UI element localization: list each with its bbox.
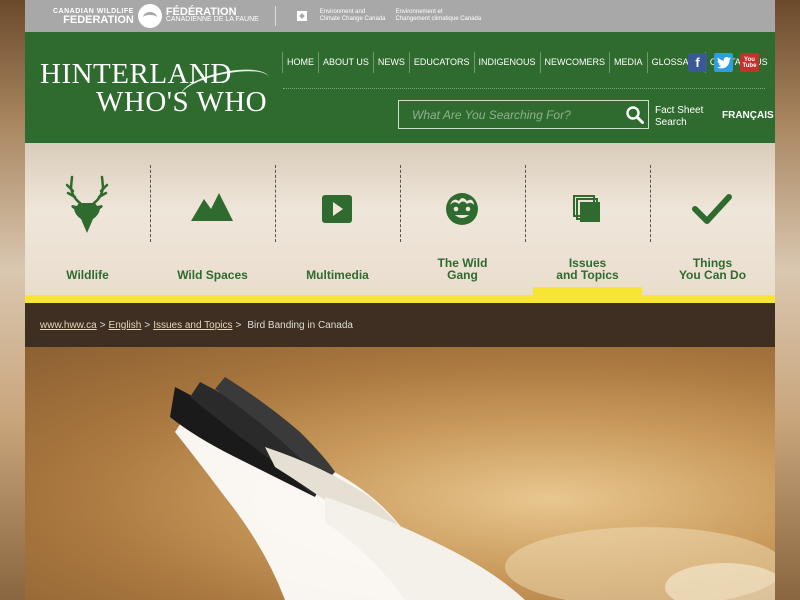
breadcrumb-separator: >	[144, 319, 151, 331]
search-input[interactable]	[399, 101, 624, 128]
category-multimedia[interactable]: Multimedia	[275, 143, 400, 295]
play-icon	[322, 195, 352, 223]
fact-sheet-search-link[interactable]: Fact Sheet Search	[655, 105, 703, 129]
eccc-french: Environnement et Changement climatique C…	[396, 9, 482, 23]
nav-indigenous[interactable]: INDIGENOUS	[473, 52, 540, 73]
nav-about-us[interactable]: ABOUT US	[318, 52, 373, 73]
partner-bar: CANADIAN WILDLIFE FEDERATION FÉDÉRATION …	[25, 0, 775, 32]
cwf-fr-big: FÉDÉRATION	[165, 6, 237, 18]
category-the-wild-gang[interactable]: The Wild Gang	[400, 143, 525, 295]
category-label: Multimedia	[306, 268, 369, 282]
eccc-fr-line1: Environnement et	[395, 9, 443, 15]
eccc-logo[interactable]: Environment and Climate Change Canada En…	[291, 9, 491, 23]
nav-news[interactable]: NEWS	[372, 52, 409, 73]
breadcrumb-separator: >	[235, 319, 242, 331]
stacked-pages-icon	[573, 195, 600, 222]
cwf-logo[interactable]: CANADIAN WILDLIFE FEDERATION FÉDÉRATION …	[53, 4, 259, 28]
kid-face-icon	[446, 193, 478, 225]
breadcrumb-separator: >	[99, 319, 106, 331]
breadcrumb-home[interactable]: www.hww.ca	[40, 320, 97, 331]
category-label-line2: You Can Do	[678, 268, 747, 282]
social-links: f You Tube	[688, 53, 759, 72]
active-category-indicator	[533, 287, 642, 295]
page: CANADIAN WILDLIFE FEDERATION FÉDÉRATION …	[25, 0, 775, 600]
deer-icon	[65, 175, 109, 233]
checkmark-icon	[692, 194, 732, 224]
partner-divider	[274, 6, 276, 26]
site-logo[interactable]: HINTERLAND WHO'S WHO	[40, 60, 273, 117]
facebook-icon[interactable]: f	[688, 53, 707, 72]
breadcrumb-issues-and-topics[interactable]: Issues and Topics	[153, 320, 232, 331]
breadcrumb-current: Bird Banding in Canada	[247, 319, 353, 331]
canada-flag-icon	[291, 11, 312, 21]
category-label-line2: Gang	[447, 268, 478, 282]
category-nav: Wildlife Wild Spaces Multimedia The Wild…	[25, 143, 775, 295]
cwf-fr-small: CANADIENNE DE LA FAUNE	[165, 16, 259, 23]
cwf-bird-icon	[137, 4, 162, 28]
cwf-french: FÉDÉRATION CANADIENNE DE LA FAUNE	[165, 6, 259, 24]
nav-home[interactable]: HOME	[282, 52, 318, 73]
hero-image-snow-goose	[25, 347, 775, 600]
youtube-icon[interactable]: You Tube	[740, 53, 759, 72]
cwf-en-big: FEDERATION	[63, 14, 134, 26]
mountain-icon	[191, 193, 233, 221]
category-label: Wild Spaces	[177, 268, 248, 282]
site-header: HINTERLAND WHO'S WHO HOME ABOUT US NEWS …	[25, 32, 775, 143]
accent-stripe	[25, 295, 775, 303]
cwf-english: CANADIAN WILDLIFE FEDERATION	[53, 8, 134, 26]
eccc-en-line1: Environment and	[319, 9, 366, 15]
search-box	[398, 100, 649, 129]
fact-sheet-line1: Fact Sheet	[655, 105, 704, 116]
snow-goose-illustration	[170, 377, 775, 600]
eccc-english: Environment and Climate Change Canada	[320, 9, 386, 23]
twitter-bird-glyph	[716, 56, 731, 68]
breadcrumb-english[interactable]: English	[109, 320, 142, 331]
category-label-line2: and Topics	[556, 268, 619, 282]
category-wild-spaces[interactable]: Wild Spaces	[150, 143, 275, 295]
category-things-you-can-do[interactable]: Things You Can Do	[650, 143, 775, 295]
youtube-text-2: Tube	[742, 62, 757, 69]
language-toggle-link[interactable]: FRANÇAIS	[722, 110, 774, 121]
search-icon[interactable]	[626, 106, 644, 124]
category-wildlife[interactable]: Wildlife	[25, 143, 150, 295]
category-label: Wildlife	[66, 268, 109, 282]
fact-sheet-line2: Search	[655, 117, 687, 128]
twitter-icon[interactable]	[714, 53, 733, 72]
header-divider	[283, 88, 765, 89]
nav-media[interactable]: MEDIA	[609, 52, 647, 73]
category-issues-and-topics[interactable]: Issues and Topics	[525, 143, 650, 295]
eccc-fr-line2: Changement climatique Canada	[395, 16, 482, 22]
nav-newcomers[interactable]: NEWCOMERS	[539, 52, 610, 73]
breadcrumb: www.hww.ca > English > Issues and Topics…	[25, 303, 775, 347]
nav-educators[interactable]: EDUCATORS	[408, 52, 474, 73]
eccc-en-line2: Climate Change Canada	[319, 16, 386, 22]
